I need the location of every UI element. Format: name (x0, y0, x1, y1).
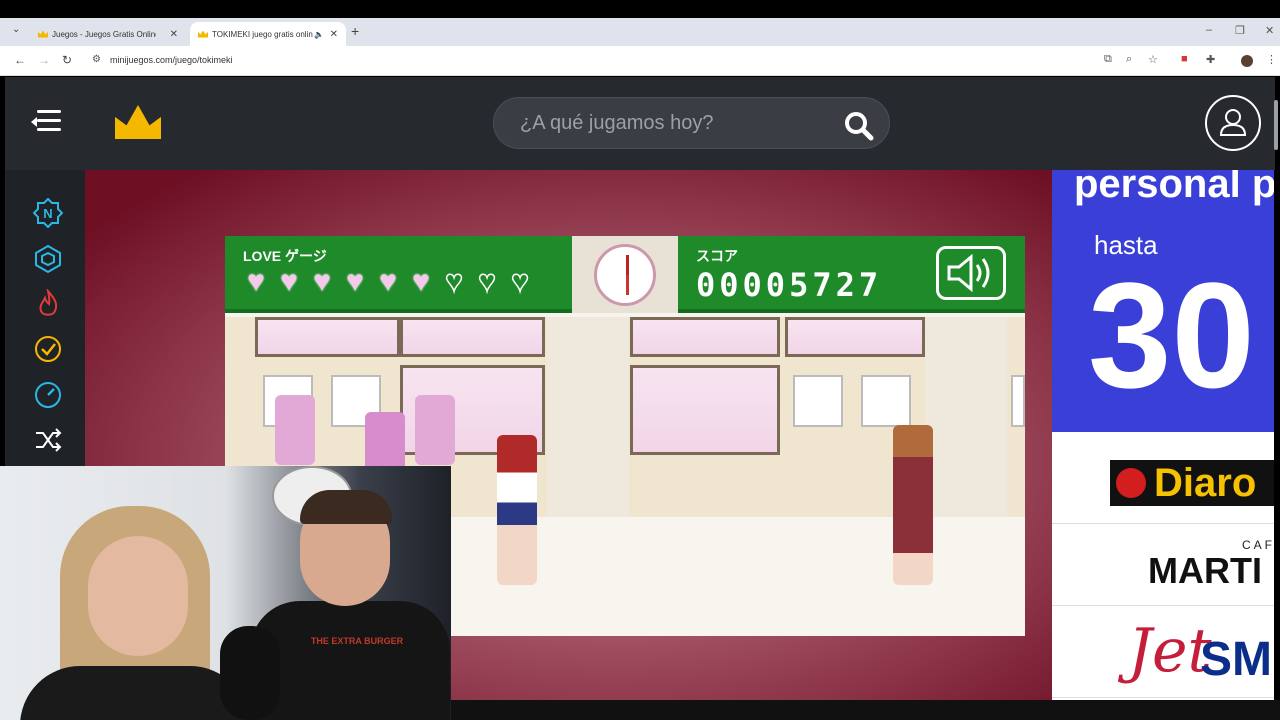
score-value: 00005727 (696, 266, 883, 304)
ad-text: 30 (1088, 251, 1255, 419)
url-field[interactable]: minijuegos.com/juego/tokimeki (110, 55, 233, 65)
fire-icon[interactable] (33, 289, 63, 319)
tab-close-icon[interactable]: ✕ (170, 29, 178, 40)
crown-favicon-icon (38, 30, 48, 38)
restore-icon[interactable]: ❐ (1235, 24, 1245, 37)
user-icon (1219, 109, 1247, 136)
back-icon[interactable]: ← (14, 53, 26, 67)
teacher-character (893, 425, 933, 585)
shirt-print: THE EXTRA BURGER (310, 636, 404, 646)
heroine-character (497, 435, 537, 585)
score-label: スコア (696, 248, 738, 264)
advertisement[interactable]: personal p hasta 30 Diaro CAFE MARTI Jet… (1052, 170, 1274, 700)
extension-icon[interactable]: ■ (1181, 53, 1188, 65)
ad-text: personal p (1074, 170, 1274, 206)
tab-strip: ⌄ Juegos - Juegos Gratis Online e ✕ TOKI… (0, 18, 1280, 46)
heart-filled-icon: ♥ (313, 265, 331, 298)
address-bar: ← → ↻ ⚙ minijuegos.com/juego/tokimeki ⧉ … (0, 46, 1280, 76)
check-badge-icon[interactable] (33, 334, 63, 364)
brand-logo-marti: CAFE MARTI (1052, 526, 1274, 606)
heart-filled-icon: ♥ (280, 265, 298, 298)
reload-icon[interactable]: ↻ (62, 53, 72, 67)
brand-logo-jetsmart: Jet SM (1052, 608, 1274, 698)
classmate-character (365, 412, 405, 472)
love-gauge-panel: LOVE ゲージ ♥ ♥ ♥ ♥ ♥ ♥ ♥ ♥ ♥ (225, 236, 572, 313)
heart-filled-icon: ♥ (247, 265, 265, 298)
ad-banner: personal p hasta 30 (1052, 170, 1274, 432)
crown-logo-icon[interactable] (115, 105, 161, 139)
love-gauge-label: LOVE ゲージ (243, 248, 327, 264)
heart-empty-icon: ♥ (444, 265, 463, 298)
heart-filled-icon: ♥ (346, 265, 364, 298)
browser-menu-icon[interactable]: ⋮ (1266, 53, 1277, 66)
new-tab-icon[interactable]: + (351, 23, 359, 39)
search-input[interactable] (520, 112, 820, 135)
sound-toggle-button[interactable] (936, 246, 1006, 300)
apple-logo-icon (1116, 468, 1146, 498)
menu-icon[interactable] (31, 108, 61, 134)
tab-title: TOKIMEKI juego gratis onlin (212, 29, 313, 39)
brand-logo-diaro: Diaro (1052, 438, 1274, 524)
search-box (493, 97, 890, 149)
brand-name: MARTI (1148, 550, 1262, 591)
tab-close-icon[interactable]: ✕ (330, 29, 338, 40)
timer-panel (572, 236, 678, 313)
tab-search-chevron-icon[interactable]: ⌄ (12, 24, 20, 35)
heart-filled-icon: ♥ (379, 265, 397, 298)
speedometer-icon[interactable] (33, 380, 63, 410)
site-header (5, 77, 1275, 170)
webcam-overlay: THE EXTRA BURGER (0, 466, 451, 720)
page-scrollbar[interactable] (1274, 100, 1278, 150)
screen: ⌄ Juegos - Juegos Gratis Online e ✕ TOKI… (0, 0, 1280, 720)
puzzle-icon[interactable]: ✚ (1206, 53, 1215, 66)
brand-name: SM (1200, 633, 1272, 686)
forward-icon[interactable]: → (38, 53, 50, 67)
heart-filled-icon: ♥ (412, 265, 430, 298)
minimize-icon[interactable]: – (1206, 24, 1212, 36)
clock-icon (594, 244, 656, 306)
bottom-strip (451, 700, 1280, 720)
heart-empty-icon: ♥ (510, 265, 529, 298)
cast-icon[interactable]: ⧉ (1104, 53, 1112, 66)
new-icon[interactable]: N (33, 198, 63, 228)
bookmark-star-icon[interactable]: ☆ (1148, 53, 1158, 66)
shuffle-icon[interactable] (33, 425, 63, 455)
profile-avatar[interactable] (1241, 55, 1253, 67)
classmate-character (415, 395, 455, 465)
score-panel: スコア 00005727 (678, 236, 1025, 313)
classmate-character (275, 395, 315, 465)
tab-tokimeki[interactable]: TOKIMEKI juego gratis onlin 🔈 ✕ (190, 22, 346, 46)
cube-icon[interactable] (33, 244, 63, 274)
category-sidebar: N (5, 170, 85, 470)
zoom-icon[interactable]: ⌕ (1126, 53, 1132, 66)
tab-title: Juegos - Juegos Gratis Online e (52, 29, 156, 39)
heart-empty-icon: ♥ (477, 265, 496, 298)
tab-juegos[interactable]: Juegos - Juegos Gratis Online e ✕ (30, 22, 186, 46)
speaker-icon (947, 253, 990, 293)
search-icon[interactable] (844, 111, 874, 141)
love-hearts: ♥ ♥ ♥ ♥ ♥ ♥ ♥ ♥ ♥ (241, 265, 535, 298)
microphone (220, 626, 280, 720)
svg-text:N: N (43, 206, 52, 221)
audio-playing-icon[interactable]: 🔈 (314, 30, 324, 39)
crown-favicon-icon (198, 30, 208, 38)
site-info-icon[interactable]: ⚙ (92, 54, 101, 65)
window-close-icon[interactable]: ✕ (1265, 24, 1274, 37)
user-account-button[interactable] (1205, 95, 1261, 151)
